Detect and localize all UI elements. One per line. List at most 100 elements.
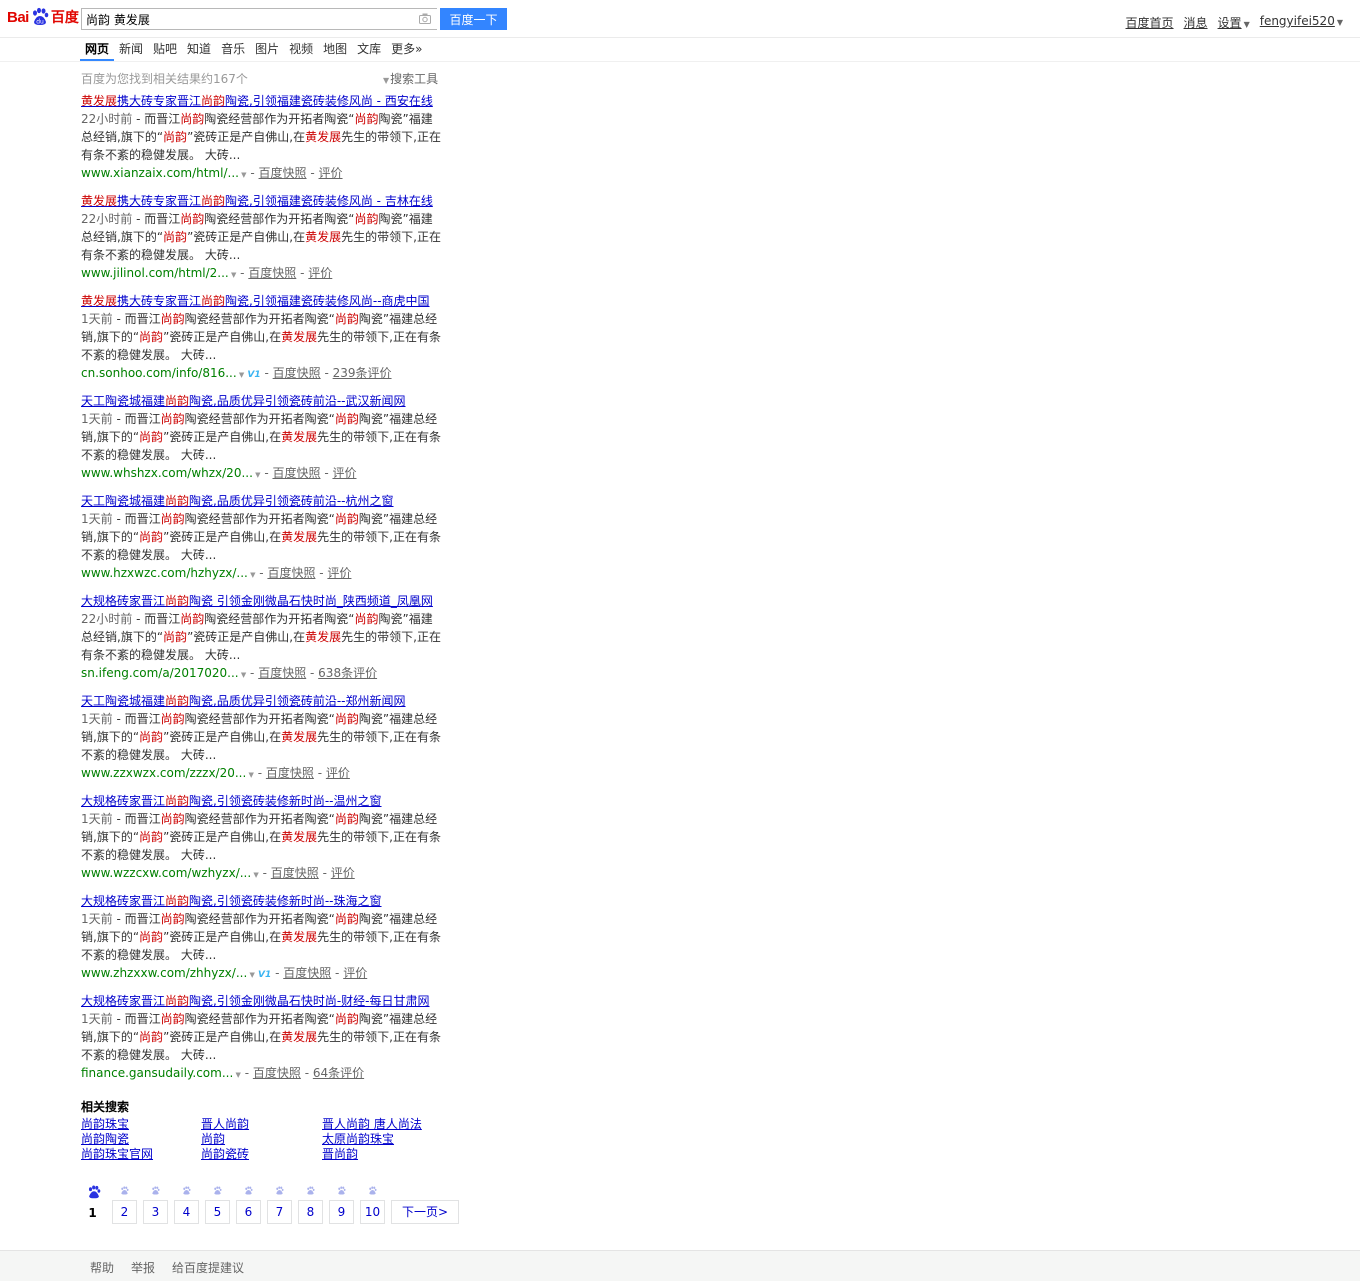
snapshot-link[interactable]: 百度快照: [271, 866, 319, 880]
search-input[interactable]: [82, 9, 406, 29]
camera-icon[interactable]: [419, 13, 431, 24]
search-tools[interactable]: ▼搜索工具: [383, 70, 438, 87]
snapshot-link[interactable]: 百度快照: [267, 566, 315, 580]
review-link[interactable]: 评价: [319, 166, 343, 180]
tab-more[interactable]: 更多»: [386, 39, 427, 61]
page-number[interactable]: 6: [236, 1200, 261, 1224]
result-title-link[interactable]: 黄发展携大砖专家晋江尚韵陶瓷,引领福建瓷砖装修风尚 - 西安在线: [81, 93, 441, 110]
footer-link-feedback[interactable]: 给百度提建议: [172, 1259, 244, 1276]
page-number[interactable]: 3: [143, 1200, 168, 1224]
page-number[interactable]: 8: [298, 1200, 323, 1224]
page-number[interactable]: 5: [205, 1200, 230, 1224]
review-link[interactable]: 评价: [343, 966, 367, 980]
v1-badge-icon[interactable]: V1: [244, 370, 260, 380]
baidu-logo[interactable]: Bai du 百度: [7, 4, 79, 30]
review-link[interactable]: 评价: [331, 866, 355, 880]
userbar-link-messages[interactable]: 消息: [1184, 14, 1208, 31]
tab-news[interactable]: 新闻: [114, 39, 148, 61]
tab-zhidao[interactable]: 知道: [182, 39, 216, 61]
related-search-link[interactable]: 晋尚韵: [322, 1147, 442, 1162]
result-url[interactable]: finance.gansudaily.com...: [81, 1066, 233, 1080]
tab-music[interactable]: 音乐: [216, 39, 250, 61]
page-number[interactable]: 7: [267, 1200, 292, 1224]
result-title-link[interactable]: 黄发展携大砖专家晋江尚韵陶瓷,引领福建瓷砖装修风尚 - 吉林在线: [81, 193, 441, 210]
snapshot-link[interactable]: 百度快照: [253, 1066, 301, 1080]
page-6[interactable]: 6: [236, 1182, 261, 1224]
review-link[interactable]: 239条评价: [333, 366, 392, 380]
userbar-link-home[interactable]: 百度首页: [1126, 14, 1174, 31]
footer-link-help[interactable]: 帮助: [90, 1259, 114, 1276]
page-number[interactable]: 10: [360, 1200, 385, 1224]
related-search-link[interactable]: 晋人尚韵: [201, 1117, 322, 1132]
page-number[interactable]: 2: [112, 1200, 137, 1224]
tab-video[interactable]: 视频: [284, 39, 318, 61]
page-2[interactable]: 2: [112, 1182, 137, 1224]
review-link[interactable]: 评价: [326, 766, 350, 780]
snapshot-link[interactable]: 百度快照: [283, 966, 331, 980]
result-title-link[interactable]: 黄发展携大砖专家晋江尚韵陶瓷,引领福建瓷砖装修风尚--商虎中国: [81, 293, 441, 310]
snapshot-link[interactable]: 百度快照: [258, 666, 306, 680]
page-7[interactable]: 7: [267, 1182, 292, 1224]
result-url[interactable]: www.xianzaix.com/html/...: [81, 166, 239, 180]
userbar-link-settings[interactable]: 设置: [1218, 16, 1242, 30]
page-4[interactable]: 4: [174, 1182, 199, 1224]
related-search-link[interactable]: 尚韵陶瓷: [81, 1132, 201, 1147]
result-url[interactable]: www.whshzx.com/whzx/20...: [81, 466, 253, 480]
review-link[interactable]: 64条评价: [313, 1066, 364, 1080]
userbar-user[interactable]: fengyifei520 ▼: [1260, 14, 1343, 31]
chevron-down-icon[interactable]: ▼: [233, 1071, 241, 1079]
page-number[interactable]: 9: [329, 1200, 354, 1224]
footer-link-report[interactable]: 举报: [131, 1259, 155, 1276]
result-url[interactable]: www.hzxwzc.com/hzhyzx/...: [81, 566, 248, 580]
chevron-down-icon[interactable]: ▼: [251, 871, 258, 879]
result-url[interactable]: www.zzxwzx.com/zzzx/20...: [81, 766, 246, 780]
snapshot-link[interactable]: 百度快照: [266, 766, 314, 780]
tab-web[interactable]: 网页: [80, 39, 115, 61]
chevron-down-icon[interactable]: ▼: [239, 171, 246, 179]
result-url[interactable]: www.zhzxxw.com/zhhyzx/...: [81, 966, 247, 980]
page-number[interactable]: 4: [174, 1200, 199, 1224]
result-title-link[interactable]: 大规格砖家晋江尚韵陶瓷,引领瓷砖装修新时尚--温州之窗: [81, 793, 441, 810]
page-5[interactable]: 5: [205, 1182, 230, 1224]
page-10[interactable]: 10: [360, 1182, 385, 1224]
result-title-link[interactable]: 大规格砖家晋江尚韵陶瓷,引领瓷砖装修新时尚--珠海之窗: [81, 893, 441, 910]
result-title-link[interactable]: 天工陶瓷城福建尚韵陶瓷,品质优异引领瓷砖前沿--郑州新闻网: [81, 693, 441, 710]
snapshot-link[interactable]: 百度快照: [273, 366, 321, 380]
page-9[interactable]: 9: [329, 1182, 354, 1224]
result-url[interactable]: cn.sonhoo.com/info/816...: [81, 366, 237, 380]
tab-map[interactable]: 地图: [318, 39, 352, 61]
related-search-link[interactable]: 尚韵瓷砖: [201, 1147, 322, 1162]
related-search-link[interactable]: 晋人尚韵 唐人尚法: [322, 1117, 442, 1132]
result-title-link[interactable]: 天工陶瓷城福建尚韵陶瓷,品质优异引领瓷砖前沿--杭州之窗: [81, 493, 441, 510]
result-title-link[interactable]: 大规格砖家晋江尚韵陶瓷 引领金刚微晶石快时尚_陕西频道_凤凰网: [81, 593, 441, 610]
result-url[interactable]: sn.ifeng.com/a/2017020...: [81, 666, 239, 680]
result-title-link[interactable]: 天工陶瓷城福建尚韵陶瓷,品质优异引领瓷砖前沿--武汉新闻网: [81, 393, 441, 410]
result-url[interactable]: www.wzzcxw.com/wzhyzx/...: [81, 866, 251, 880]
chevron-down-icon[interactable]: ▼: [253, 471, 260, 479]
related-search-link[interactable]: 尚韵珠宝官网: [81, 1147, 201, 1162]
v1-badge-icon[interactable]: V1: [255, 970, 271, 980]
review-link[interactable]: 评价: [327, 566, 351, 580]
review-link[interactable]: 638条评价: [318, 666, 377, 680]
related-search-link[interactable]: 太原尚韵珠宝: [322, 1132, 442, 1147]
userbar-link-username[interactable]: fengyifei520: [1260, 14, 1335, 28]
page-3[interactable]: 3: [143, 1182, 168, 1224]
review-link[interactable]: 评价: [308, 266, 332, 280]
tab-tieba[interactable]: 贴吧: [148, 39, 182, 61]
page-8[interactable]: 8: [298, 1182, 323, 1224]
related-search-link[interactable]: 尚韵: [201, 1132, 322, 1147]
tab-wenku[interactable]: 文库: [352, 39, 386, 61]
userbar-settings[interactable]: 设置 ▼: [1218, 14, 1250, 31]
result-url[interactable]: www.jilinol.com/html/2...: [81, 266, 229, 280]
review-link[interactable]: 评价: [332, 466, 356, 480]
related-search-link[interactable]: 尚韵珠宝: [81, 1117, 201, 1132]
chevron-down-icon[interactable]: ▼: [247, 971, 254, 979]
chevron-down-icon[interactable]: ▼: [246, 771, 254, 779]
snapshot-link[interactable]: 百度快照: [272, 466, 320, 480]
tab-images[interactable]: 图片: [250, 39, 284, 61]
snapshot-link[interactable]: 百度快照: [248, 266, 296, 280]
next-page-button[interactable]: 下一页>: [391, 1200, 459, 1224]
search-button[interactable]: 百度一下: [440, 8, 507, 30]
result-title-link[interactable]: 大规格砖家晋江尚韵陶瓷,引领金刚微晶石快时尚-财经-每日甘肃网: [81, 993, 441, 1010]
snapshot-link[interactable]: 百度快照: [259, 166, 307, 180]
